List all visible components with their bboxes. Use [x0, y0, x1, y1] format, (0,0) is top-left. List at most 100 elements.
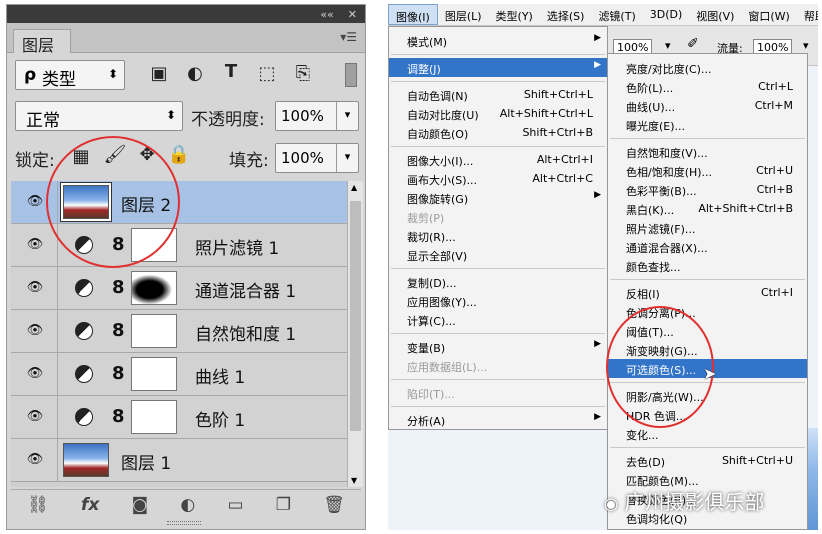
eye-icon[interactable]: 👁	[24, 409, 46, 425]
scroll-thumb[interactable]	[350, 201, 361, 431]
filter-type-select[interactable]: ρ 类型 ⬍	[15, 60, 125, 90]
menu-layer[interactable]: 图层(L)	[438, 4, 489, 25]
menu-help[interactable]: 帮助	[797, 4, 818, 25]
menu-item[interactable]: 变化...	[608, 424, 807, 443]
layer-row[interactable]: 👁 8 自然饱和度 1	[11, 310, 347, 353]
menu-item[interactable]: 曝光度(E)...	[608, 115, 807, 134]
menu-item[interactable]: 色彩平衡(B)... Ctrl+B	[608, 180, 807, 199]
menu-item[interactable]: 黑白(K)... Alt+Shift+Ctrl+B	[608, 199, 807, 218]
adjustment-icon[interactable]: ◐	[180, 495, 195, 515]
menu-window[interactable]: 窗口(W)	[741, 4, 796, 25]
opacity-input[interactable]: 100% ▾	[275, 101, 359, 131]
menu-item[interactable]: 照片滤镜(F)...	[608, 218, 807, 237]
layer-row[interactable]: 👁 8 照片滤镜 1	[11, 224, 347, 267]
menu-item[interactable]: 色阶(L)... Ctrl+L	[608, 77, 807, 96]
menu-item[interactable]: 画布大小(S)... Alt+Ctrl+C	[389, 169, 607, 188]
eye-icon[interactable]: 👁	[24, 280, 46, 296]
menu-item[interactable]: 计算(C)...	[389, 310, 607, 329]
scroll-down-icon[interactable]: ▼	[351, 476, 357, 485]
layer-mask-thumbnail[interactable]	[131, 271, 177, 305]
chain-link-icon[interactable]: 8	[112, 406, 125, 427]
collapse-icon[interactable]: ««	[320, 8, 333, 21]
image-filter-icon[interactable]: ▣	[147, 63, 171, 84]
tab-layers[interactable]: 图层	[13, 29, 71, 55]
link-icon[interactable]: ⛓	[27, 495, 49, 515]
menu-item[interactable]: 渐变映射(G)...	[608, 340, 807, 359]
mask-icon[interactable]: ◙	[132, 495, 149, 515]
eye-icon[interactable]: 👁	[24, 237, 46, 253]
layer-row[interactable]: 👁 图层 1	[11, 439, 347, 482]
menu-item[interactable]: 去色(D) Shift+Ctrl+U	[608, 451, 807, 470]
blend-mode-select[interactable]: 正常 ⬍	[15, 101, 183, 131]
layer-row[interactable]: 👁 8 通道混合器 1	[11, 267, 347, 310]
menu-item[interactable]: 复制(D)...	[389, 272, 607, 291]
menu-item[interactable]: HDR 色调...	[608, 405, 807, 424]
menu-item[interactable]: 颜色查找...	[608, 256, 807, 275]
filter-toggle[interactable]	[345, 63, 357, 87]
menu-item[interactable]: 色相/饱和度(H)... Ctrl+U	[608, 161, 807, 180]
menu-view[interactable]: 视图(V)	[689, 4, 741, 25]
opacity-dropdown[interactable]: ▾	[336, 102, 358, 130]
menu-item[interactable]: 图像大小(I)... Alt+Ctrl+I	[389, 150, 607, 169]
smartobject-filter-icon[interactable]: ⎘	[291, 63, 315, 84]
eye-icon[interactable]: 👁	[24, 323, 46, 339]
adjustment-filter-icon[interactable]: ◐	[183, 63, 207, 84]
menu-item[interactable]: 调整(J) ▶	[389, 58, 607, 77]
menu-type[interactable]: 类型(Y)	[489, 4, 540, 25]
menu-item[interactable]: 图像旋转(G) ▶	[389, 188, 607, 207]
layer-mask-thumbnail[interactable]	[131, 400, 177, 434]
type-filter-icon[interactable]: T	[219, 61, 243, 82]
layer-mask-thumbnail[interactable]	[131, 228, 177, 262]
lock-all-icon[interactable]: 🔒	[167, 144, 191, 165]
lock-transparent-icon[interactable]: ▦	[69, 146, 93, 167]
menu-item[interactable]: 阈值(T)...	[608, 321, 807, 340]
menu-item[interactable]: 反相(I) Ctrl+I	[608, 283, 807, 302]
dropdown-icon[interactable]: ▾	[803, 39, 809, 52]
menu-item[interactable]: 应用图像(Y)...	[389, 291, 607, 310]
new-layer-icon[interactable]: ❐	[276, 495, 291, 515]
layers-scrollbar[interactable]: ▲ ▼	[347, 181, 363, 487]
layer-row[interactable]: 👁 8 曲线 1	[11, 353, 347, 396]
eye-icon[interactable]: 👁	[24, 452, 46, 468]
menu-item[interactable]: 亮度/对比度(C)...	[608, 58, 807, 77]
menu-item[interactable]: 变量(B) ▶	[389, 337, 607, 356]
menu-item[interactable]: 阴影/高光(W)...	[608, 386, 807, 405]
menu-item[interactable]: 显示全部(V)	[389, 245, 607, 264]
fx-icon[interactable]: fx	[81, 495, 99, 515]
menu-item[interactable]: 模式(M) ▶	[389, 31, 607, 50]
chain-link-icon[interactable]: 8	[112, 363, 125, 384]
menu-item[interactable]: 自然饱和度(V)...	[608, 142, 807, 161]
menu-item[interactable]: 裁切(R)...	[389, 226, 607, 245]
menu-filter[interactable]: 滤镜(T)	[591, 4, 642, 25]
trash-icon[interactable]: 🗑	[323, 495, 345, 515]
layer-row[interactable]: 👁 图层 2	[11, 181, 347, 224]
menu-item[interactable]: 自动色调(N) Shift+Ctrl+L	[389, 85, 607, 104]
menu-item[interactable]: 分析(A) ▶	[389, 410, 607, 429]
menu-item[interactable]: 通道混合器(X)...	[608, 237, 807, 256]
lock-position-icon[interactable]: ✥	[135, 144, 159, 165]
airbrush-icon[interactable]: ✐	[687, 36, 699, 52]
eye-icon[interactable]: 👁	[24, 366, 46, 382]
eye-icon[interactable]: 👁	[24, 194, 46, 210]
menu-item[interactable]: 曲线(U)... Ctrl+M	[608, 96, 807, 115]
layer-row[interactable]: 👁 8 色阶 1	[11, 396, 347, 439]
menu-item[interactable]: 自动对比度(U) Alt+Shift+Ctrl+L	[389, 104, 607, 123]
dropdown-icon[interactable]: ▾	[665, 39, 671, 52]
fill-input[interactable]: 100% ▾	[275, 143, 359, 173]
menu-image[interactable]: 图像(I)	[388, 4, 438, 25]
close-icon[interactable]: ✕	[348, 8, 357, 21]
fill-dropdown[interactable]: ▾	[336, 144, 358, 172]
menu-3d[interactable]: 3D(D)	[643, 4, 690, 25]
lock-image-icon[interactable]: 🖌	[103, 144, 127, 165]
menu-item[interactable]: 自动颜色(O) Shift+Ctrl+B	[389, 123, 607, 142]
menu-select[interactable]: 选择(S)	[540, 4, 592, 25]
chain-link-icon[interactable]: 8	[112, 320, 125, 341]
shape-filter-icon[interactable]: ⬚	[255, 63, 279, 84]
layer-mask-thumbnail[interactable]	[131, 314, 177, 348]
layer-mask-thumbnail[interactable]	[131, 357, 177, 391]
folder-icon[interactable]: ▭	[227, 495, 243, 515]
chain-link-icon[interactable]: 8	[112, 234, 125, 255]
resize-grip[interactable]	[167, 521, 201, 525]
panel-menu-icon[interactable]: ▾☰	[340, 30, 357, 44]
menu-item[interactable]: 色调分离(P)...	[608, 302, 807, 321]
